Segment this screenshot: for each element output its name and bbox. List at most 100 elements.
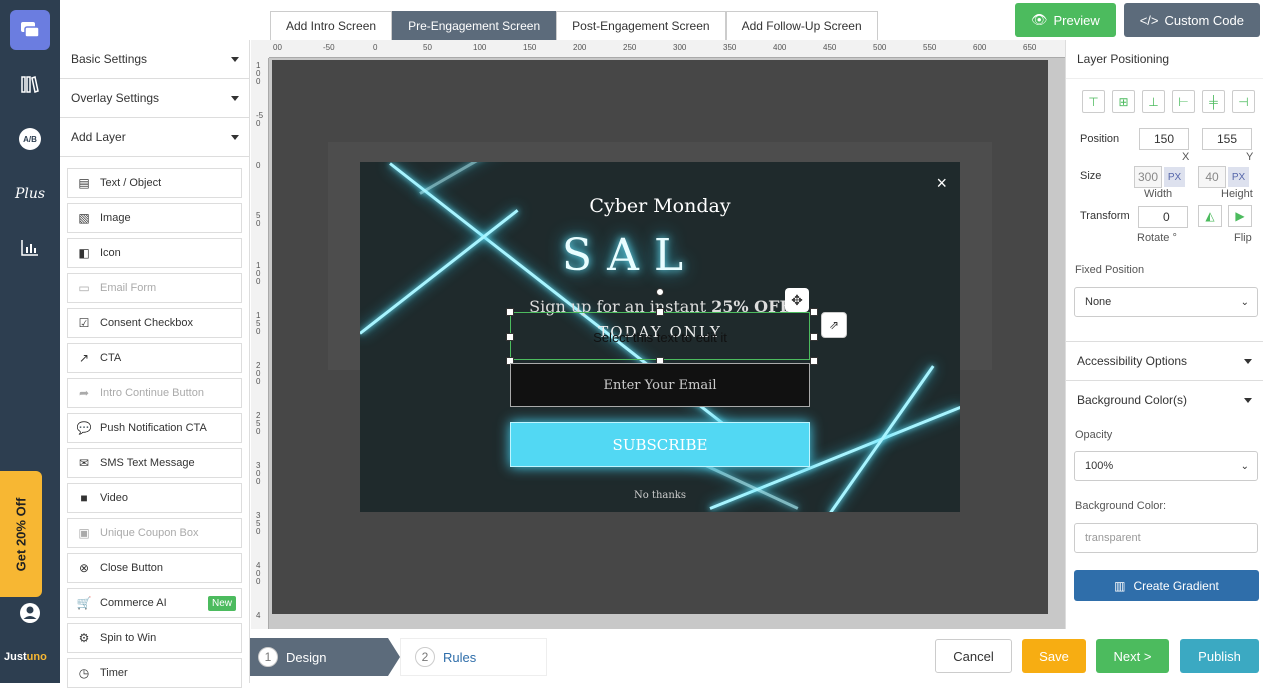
layer-item-commerce-ai[interactable]: 🛒 Commerce AI New bbox=[67, 588, 242, 618]
layer-item-label: Spin to Win bbox=[100, 632, 157, 644]
save-button[interactable]: Save bbox=[1022, 639, 1086, 673]
right-panel: Layer Positioning ⊤ ⊞ ⊥ ⊢ ╪ ⊣ Position 1… bbox=[1065, 40, 1263, 683]
tab-add-intro-screen[interactable]: Add Intro Screen bbox=[270, 11, 393, 40]
popup-preview[interactable]: × Cyber Monday SAL Sign up for an instan… bbox=[360, 162, 960, 512]
ruler-label: 500 bbox=[873, 43, 887, 52]
caret-down-icon bbox=[231, 95, 239, 101]
layer-item-image[interactable]: ▧ Image bbox=[67, 203, 242, 233]
layer-item-icon[interactable]: ◧ Icon bbox=[67, 238, 242, 268]
y-label: Y bbox=[1246, 151, 1254, 163]
rotate-handle[interactable] bbox=[656, 288, 664, 296]
no-thanks-link[interactable]: No thanks bbox=[360, 490, 960, 501]
caret-down-icon bbox=[231, 134, 239, 140]
layer-item-timer[interactable]: ◷ Timer bbox=[67, 658, 242, 688]
fixed-position-value: None bbox=[1085, 296, 1112, 308]
user-icon[interactable] bbox=[10, 593, 50, 633]
layer-item-spin-to-win[interactable]: ⚙ Spin to Win bbox=[67, 623, 242, 653]
layer-item-email-form[interactable]: ▭ Email Form bbox=[67, 273, 242, 303]
tab-pre-engagement-screen[interactable]: Pre-Engagement Screen bbox=[392, 11, 557, 40]
flip-vertical-icon[interactable]: ▶ bbox=[1228, 205, 1252, 227]
flip-horizontal-icon[interactable]: ◭ bbox=[1198, 205, 1222, 227]
layer-item-close-button[interactable]: ⊗ Close Button bbox=[67, 553, 242, 583]
align-bottom-icon[interactable]: ⊥ bbox=[1142, 90, 1165, 113]
fixed-position-label: Fixed Position bbox=[1075, 264, 1145, 276]
selection-hint: Select this text to edit it bbox=[593, 330, 727, 345]
layer-item-cta[interactable]: ↗ CTA bbox=[67, 343, 242, 373]
layer-item-sms-text-message[interactable]: ✉ SMS Text Message bbox=[67, 448, 242, 478]
main-nav: A/B Plus Get 20% Off Justuno bbox=[0, 0, 60, 683]
publish-button[interactable]: Publish bbox=[1180, 639, 1259, 673]
gear-icon: ⚙ bbox=[78, 631, 90, 645]
layer-item-label: Icon bbox=[100, 247, 121, 259]
ruler-label: 0 bbox=[373, 43, 378, 52]
position-label: Position bbox=[1080, 133, 1120, 145]
resize-handle[interactable] bbox=[810, 357, 818, 365]
gradient-icon: ▥ bbox=[1114, 578, 1126, 593]
chart-icon[interactable] bbox=[10, 228, 50, 268]
background-color-input[interactable]: transparent bbox=[1074, 523, 1258, 553]
tab-post-engagement-screen[interactable]: Post-Engagement Screen bbox=[556, 11, 726, 40]
preview-button[interactable]: 👁 Preview bbox=[1014, 3, 1116, 37]
layers-icon[interactable] bbox=[10, 10, 50, 50]
align-top-icon[interactable]: ⊤ bbox=[1082, 90, 1105, 113]
background-colors-accordion[interactable]: Background Color(s) bbox=[1066, 380, 1263, 419]
opacity-select[interactable]: 100% ⌄ bbox=[1074, 451, 1258, 481]
brand-logo: Justuno bbox=[4, 651, 47, 663]
promo-tab[interactable]: Get 20% Off bbox=[0, 471, 42, 597]
rotate-input[interactable]: 0 bbox=[1138, 206, 1188, 228]
coupon-icon: ▣ bbox=[78, 526, 90, 540]
position-x-input[interactable]: 150 bbox=[1139, 128, 1189, 150]
resize-handle[interactable] bbox=[810, 333, 818, 341]
layer-item-unique-coupon-box[interactable]: ▣ Unique Coupon Box bbox=[67, 518, 242, 548]
align-center-icon[interactable]: ╪ bbox=[1202, 90, 1225, 113]
resize-handle[interactable] bbox=[656, 308, 664, 316]
resize-handle[interactable] bbox=[810, 308, 818, 316]
overlay-settings-accordion[interactable]: Overlay Settings bbox=[60, 79, 249, 118]
position-y-input[interactable]: 155 bbox=[1202, 128, 1252, 150]
design-stage[interactable]: 00 -50 0 50 100 150 200 250 300 350 400 450 500 550 60… bbox=[251, 40, 1065, 629]
next-button[interactable]: Next > bbox=[1096, 639, 1169, 673]
share-icon[interactable]: ⇗ bbox=[821, 312, 847, 338]
align-left-icon[interactable]: ⊢ bbox=[1172, 90, 1195, 113]
accessibility-accordion[interactable]: Accessibility Options bbox=[1066, 341, 1263, 380]
align-middle-icon[interactable]: ⊞ bbox=[1112, 90, 1135, 113]
canvas[interactable]: × Cyber Monday SAL Sign up for an instan… bbox=[272, 60, 1048, 614]
popup-headline[interactable]: Cyber Monday bbox=[360, 195, 960, 217]
preview-label: Preview bbox=[1053, 12, 1100, 28]
plus-icon[interactable]: Plus bbox=[10, 174, 50, 214]
layer-item-text-object[interactable]: ▤ Text / Object bbox=[67, 168, 242, 198]
move-icon[interactable]: ✥ bbox=[785, 288, 809, 312]
layer-item-video[interactable]: ■ Video bbox=[67, 483, 242, 513]
layer-item-push-notification-cta[interactable]: 💬 Push Notification CTA bbox=[67, 413, 242, 443]
close-icon[interactable]: × bbox=[936, 173, 947, 194]
email-field[interactable]: Enter Your Email bbox=[510, 363, 810, 407]
left-panel: Basic Settings Overlay Settings Add Laye… bbox=[60, 40, 250, 688]
align-right-icon[interactable]: ⊣ bbox=[1232, 90, 1255, 113]
width-input[interactable]: 300 bbox=[1134, 166, 1162, 188]
create-gradient-button[interactable]: ▥ Create Gradient bbox=[1074, 570, 1259, 601]
basic-settings-accordion[interactable]: Basic Settings bbox=[60, 40, 249, 79]
layer-item-label: Intro Continue Button bbox=[100, 387, 204, 399]
form-icon: ▭ bbox=[78, 281, 90, 295]
add-layer-accordion[interactable]: Add Layer bbox=[60, 118, 249, 157]
layer-item-consent-checkbox[interactable]: ☑ Consent Checkbox bbox=[67, 308, 242, 338]
step-rules[interactable]: 2 Rules bbox=[400, 638, 547, 676]
fixed-position-select[interactable]: None ⌄ bbox=[1074, 287, 1258, 317]
tab-add-follow-up-screen[interactable]: Add Follow-Up Screen bbox=[725, 11, 878, 40]
custom-code-button[interactable]: </> Custom Code bbox=[1123, 3, 1260, 37]
height-input[interactable]: 40 bbox=[1198, 166, 1226, 188]
popup-sale-text[interactable]: SAL bbox=[360, 230, 930, 281]
accordion-label: Add Layer bbox=[71, 130, 126, 144]
subscribe-button[interactable]: SUBSCRIBE bbox=[510, 422, 810, 467]
resize-handle[interactable] bbox=[506, 308, 514, 316]
ab-test-icon[interactable]: A/B bbox=[10, 119, 50, 159]
step-design[interactable]: 1 Design bbox=[250, 638, 400, 676]
library-icon[interactable] bbox=[10, 64, 50, 104]
chevron-down-icon: ⌄ bbox=[1240, 460, 1249, 472]
layer-list: ▤ Text / Object ▧ Image ◧ Icon ▭ Email Form ☑ Con… bbox=[60, 157, 249, 688]
cancel-button[interactable]: Cancel bbox=[935, 639, 1012, 673]
height-unit[interactable]: PX bbox=[1228, 167, 1249, 187]
ruler-label: 150 bbox=[256, 311, 261, 336]
width-unit[interactable]: PX bbox=[1164, 167, 1185, 187]
layer-item-intro-continue-button[interactable]: ➦ Intro Continue Button bbox=[67, 378, 242, 408]
